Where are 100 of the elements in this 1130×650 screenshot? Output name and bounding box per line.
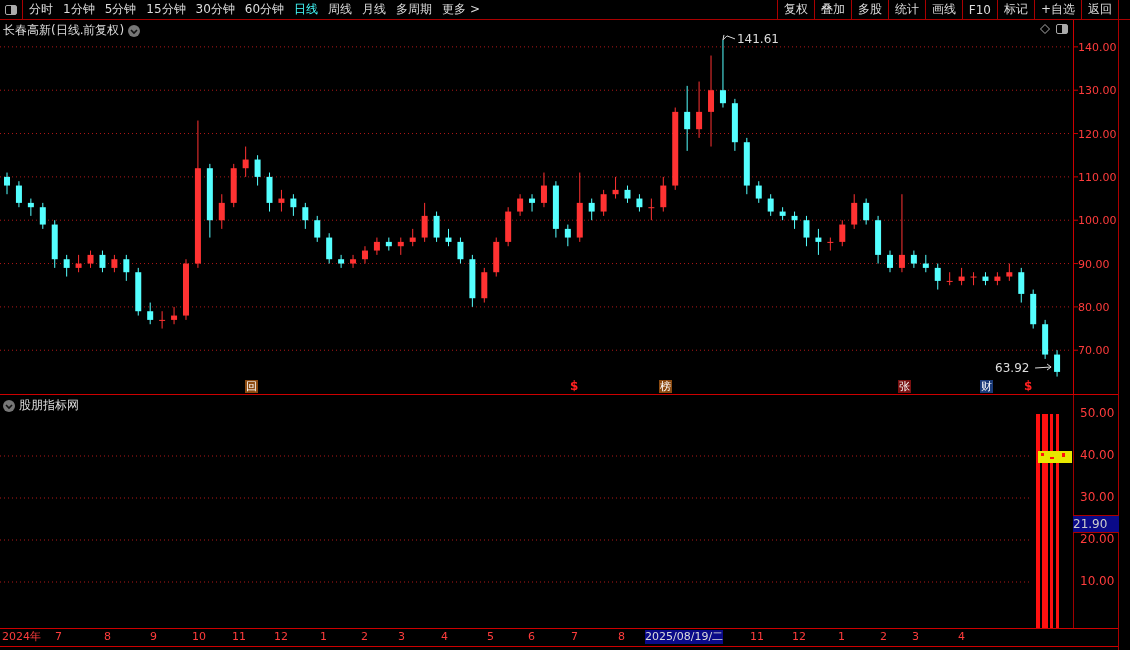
date-label: 10 (192, 630, 206, 644)
candlestick (1054, 349, 1061, 378)
candlestick (421, 202, 428, 243)
candlestick (361, 245, 368, 265)
period-tab[interactable]: 5分钟 (100, 0, 141, 19)
axis-label: 120.00 (1078, 127, 1117, 141)
axis-label: 100.00 (1078, 214, 1117, 228)
low-price-label: 63.92 (995, 361, 1030, 375)
toolbar-button[interactable]: 叠加 (813, 0, 851, 19)
candlestick (254, 154, 261, 187)
candlestick (719, 39, 726, 109)
toolbar-button[interactable]: 返回 (1081, 0, 1118, 19)
date-label: 9 (150, 630, 157, 644)
toolbar-button[interactable]: +自选 (1033, 0, 1081, 19)
panel-icon[interactable] (1056, 23, 1068, 35)
diamond-icon[interactable] (1040, 24, 1050, 34)
leader-line (722, 34, 736, 41)
candlestick (99, 250, 106, 273)
candlestick (529, 193, 536, 213)
candlestick (898, 193, 905, 273)
candlestick (684, 85, 691, 152)
date-label: 4 (441, 630, 448, 644)
period-tab[interactable]: 分时 (25, 0, 57, 19)
period-tab[interactable]: 月线 (358, 0, 391, 19)
candlestick (600, 189, 607, 217)
candlestick (970, 271, 977, 286)
axis-label: 70.00 (1078, 344, 1110, 358)
candlestick (827, 237, 834, 252)
candlestick (63, 254, 70, 278)
axis-label: 140.00 (1078, 40, 1117, 54)
candlestick (338, 254, 345, 269)
candlestick (27, 198, 34, 217)
date-label: 3 (912, 630, 919, 644)
axis-label: 80.00 (1078, 300, 1110, 314)
date-label: 2 (880, 630, 887, 644)
candlestick (15, 180, 22, 208)
candlestick (660, 176, 667, 213)
period-tab[interactable]: 15分钟 (142, 0, 190, 19)
candlestick (708, 55, 715, 148)
candlestick (910, 250, 917, 269)
candlestick (755, 180, 762, 204)
chart-title: 长春高新(日线.前复权) (3, 22, 125, 39)
axis-label: 110.00 (1078, 170, 1117, 184)
period-tab[interactable]: 周线 (324, 0, 357, 19)
candlestick (863, 198, 870, 226)
toolbar-button[interactable]: 复权 (776, 0, 814, 19)
candlestick (839, 219, 846, 247)
candlestick (373, 237, 380, 256)
candlestick (851, 193, 858, 230)
candlestick (564, 224, 571, 247)
period-tab[interactable]: 更多 > (438, 0, 484, 19)
candlestick (147, 302, 154, 325)
axis-label: 130.00 (1078, 84, 1117, 98)
toolbar-button[interactable]: 画线 (924, 0, 962, 19)
candlestick (171, 306, 178, 325)
date-label: 2024年 (2, 630, 41, 644)
toolbar-button[interactable]: F10 (961, 0, 997, 19)
candlestick (314, 215, 321, 243)
date-label: 12 (792, 630, 806, 644)
period-tab[interactable]: 多周期 (392, 0, 437, 19)
event-tag[interactable]: 榜 (659, 380, 672, 393)
dropdown-icon[interactable] (3, 399, 15, 412)
event-tag[interactable]: 回 (245, 380, 258, 393)
axis-label: 30.00 (1080, 490, 1115, 504)
axis-label: 50.00 (1080, 406, 1115, 420)
period-tab[interactable]: 60分钟 (240, 0, 289, 19)
date-label: 2025/08/19/二 (645, 630, 724, 644)
event-tag[interactable]: 财 (980, 380, 993, 393)
toolbar-button[interactable]: 多股 (850, 0, 888, 19)
candlestick (218, 193, 225, 230)
indicator-title: 股朋指标网 (19, 397, 79, 414)
date-label: 11 (232, 630, 246, 644)
candlestick (457, 237, 464, 265)
date-label: 7 (55, 630, 62, 644)
date-label: 12 (274, 630, 288, 644)
candlestick (815, 228, 822, 256)
period-tab[interactable]: 30分钟 (191, 0, 239, 19)
signal-mark: $ (570, 379, 579, 393)
date-label: 8 (104, 630, 111, 644)
candlestick (302, 202, 309, 230)
axis-label: 90.00 (1078, 257, 1110, 271)
toolbar-button[interactable]: 标记 (996, 0, 1034, 19)
candlestick (242, 146, 249, 178)
candlestick (290, 193, 297, 217)
dropdown-icon[interactable] (128, 24, 141, 37)
candlestick (887, 250, 894, 273)
period-tab[interactable]: 1分钟 (59, 0, 99, 19)
candlestick (1018, 267, 1025, 304)
candlestick (767, 193, 774, 217)
candlestick (517, 193, 524, 217)
period-tab[interactable]: 日线 (290, 0, 323, 19)
candlestick (946, 271, 953, 286)
candlestick (696, 81, 703, 139)
date-label: 7 (571, 630, 578, 644)
candlestick (648, 198, 655, 221)
candlestick (803, 215, 810, 247)
toolbar-button[interactable]: 统计 (887, 0, 925, 19)
candlestick (39, 202, 46, 230)
event-tag[interactable]: 张 (898, 380, 911, 393)
axis-label: 20.00 (1080, 532, 1115, 546)
